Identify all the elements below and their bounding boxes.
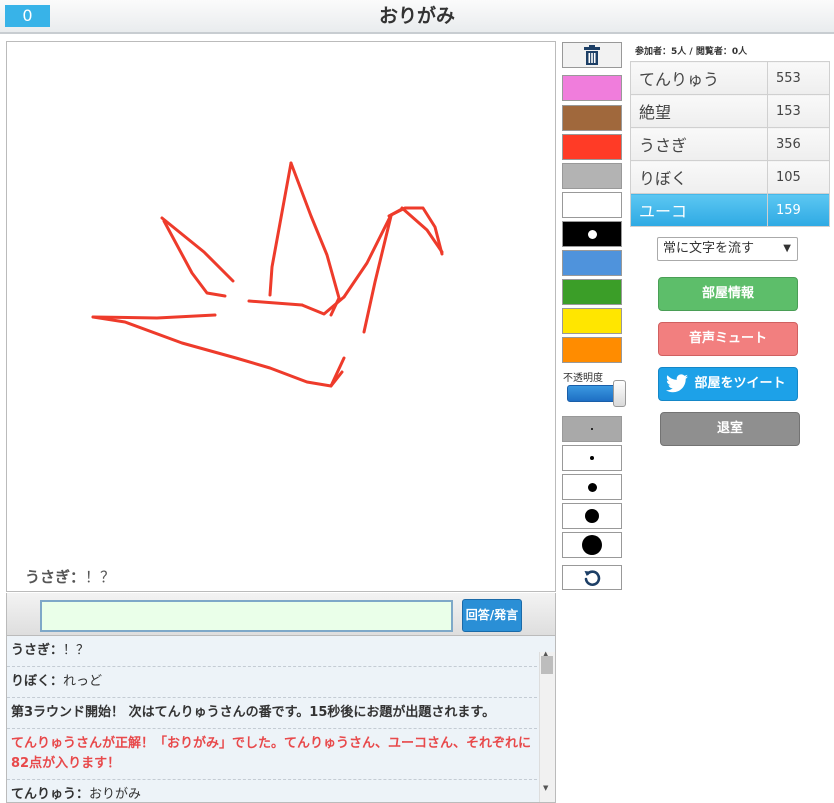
scroll-down-arrow-icon[interactable]: ▼ xyxy=(543,784,548,792)
player-score: 159 xyxy=(767,193,830,227)
ranking-row: てんりゅう 553 xyxy=(630,61,830,95)
page-title: おりがみ xyxy=(378,5,455,27)
caption-text: ！？ xyxy=(85,568,116,586)
drawing-stroke xyxy=(387,206,444,256)
ranking-row: ユーコ 159 xyxy=(630,193,830,227)
drawing-stroke xyxy=(160,216,235,283)
twitter-bird-icon xyxy=(666,374,688,393)
brush-size-option[interactable] xyxy=(562,416,622,442)
chat-message-text: ！？ xyxy=(63,643,90,658)
drawing-strokes xyxy=(91,161,444,388)
tweet-room-label: 部屋をツイート xyxy=(694,376,786,391)
brush-size-option[interactable] xyxy=(562,503,622,529)
drawing-stroke xyxy=(91,313,217,320)
text-scroll-select[interactable]: 常に文字を流す ▼ xyxy=(657,237,798,261)
drawing-stroke xyxy=(289,161,341,317)
selected-color-indicator xyxy=(587,229,597,239)
brush-size-dot xyxy=(582,535,602,555)
leave-room-button[interactable]: 退室 xyxy=(660,412,800,446)
chat-message-separator: ： xyxy=(50,643,64,658)
drawing-canvas[interactable] xyxy=(6,41,556,592)
chat-message-name: てんりゅう xyxy=(11,787,77,802)
color-swatch[interactable] xyxy=(562,250,622,276)
ranking-row: 絶望 153 xyxy=(630,94,830,128)
chat-message-name: りぼく xyxy=(11,674,51,689)
drawing-stroke xyxy=(268,161,293,297)
canvas-caption: うさぎ：！？ xyxy=(25,566,115,587)
chat-message-name: うさぎ xyxy=(11,643,51,658)
brush-size-dot xyxy=(591,428,593,430)
player-name: 絶望 xyxy=(630,94,768,128)
ranking-row: りぼく 105 xyxy=(630,160,830,194)
chat-message-text: れっど xyxy=(63,674,103,689)
clear-canvas-button[interactable] xyxy=(562,42,622,68)
player-score: 356 xyxy=(767,127,830,161)
drawing-stroke xyxy=(247,299,304,307)
brush-size-dot xyxy=(590,456,594,460)
player-name: てんりゅう xyxy=(630,61,768,95)
undo-icon xyxy=(584,569,601,586)
answer-submit-button[interactable]: 回答/発言 xyxy=(462,599,522,632)
system-message: 第3ラウンド開始！ 次はてんりゅうさんの番です。15秒後にお題が出題されます。 xyxy=(7,698,537,729)
brush-size-dot xyxy=(587,482,597,492)
answer-input[interactable] xyxy=(40,600,453,632)
tweet-room-button[interactable]: 部屋をツイート xyxy=(658,367,798,401)
color-swatch[interactable] xyxy=(562,308,622,334)
player-name: うさぎ xyxy=(630,127,768,161)
color-swatch[interactable] xyxy=(562,105,622,131)
color-swatch[interactable] xyxy=(562,221,622,247)
player-name: りぼく xyxy=(630,160,768,194)
drawing-stroke xyxy=(162,219,227,298)
chat-message-text: おりがみ xyxy=(89,787,142,802)
chat-message: りぼく：れっど xyxy=(7,667,537,698)
brush-size-option[interactable] xyxy=(562,532,622,558)
color-swatch[interactable] xyxy=(562,192,622,218)
color-swatch[interactable] xyxy=(562,163,622,189)
chat-message-separator: ： xyxy=(76,787,90,802)
chat-scrollbar-thumb[interactable] xyxy=(541,656,553,674)
color-swatch[interactable] xyxy=(562,279,622,305)
caption-separator: ： xyxy=(70,568,86,586)
player-name: ユーコ xyxy=(630,193,768,227)
ranking-row: うさぎ 356 xyxy=(630,127,830,161)
undo-button[interactable] xyxy=(562,565,622,590)
brush-size-option[interactable] xyxy=(562,474,622,500)
opacity-label: 不透明度 xyxy=(563,373,603,384)
color-swatch[interactable] xyxy=(562,134,622,160)
player-score: 553 xyxy=(767,61,830,95)
mute-audio-button[interactable]: 音声ミュート xyxy=(658,322,798,356)
chat-message: てんりゅう：おりがみ xyxy=(7,780,537,802)
chat-log[interactable]: うさぎ：！？ りぼく：れっど 第3ラウンド開始！ 次はてんりゅうさんの番です。1… xyxy=(6,636,556,803)
chat-message: うさぎ：！？ xyxy=(7,636,537,667)
chat-message-separator: ： xyxy=(50,674,64,689)
brush-size-option[interactable] xyxy=(562,445,622,471)
viewer-stats: 参加者：5人 / 閲覧者：0人 xyxy=(635,47,748,57)
player-score: 105 xyxy=(767,160,830,194)
color-swatch[interactable] xyxy=(562,75,622,101)
caption-name: うさぎ xyxy=(25,568,71,586)
correct-answer-message: てんりゅうさんが正解！「おりがみ」でした。てんりゅうさん、ユーコさん、それぞれに… xyxy=(7,729,537,780)
player-score: 153 xyxy=(767,94,830,128)
color-swatch[interactable] xyxy=(562,337,622,363)
drawing-stroke xyxy=(362,214,393,334)
opacity-slider-handle[interactable] xyxy=(613,380,626,407)
drawing-stroke xyxy=(91,315,346,388)
dropdown-arrow-icon: ▼ xyxy=(783,243,791,254)
trash-icon xyxy=(584,45,600,65)
room-info-button[interactable]: 部屋情報 xyxy=(658,277,798,311)
ranking-table: てんりゅう 553 絶望 153 うさぎ 356 りぼく 105 ユーコ 159 xyxy=(630,61,830,227)
chat-scrollbar[interactable] xyxy=(539,652,555,802)
drawing-stroke xyxy=(342,207,404,299)
brush-size-dot xyxy=(585,509,599,523)
text-scroll-select-value: 常に文字を流す xyxy=(663,241,755,256)
opacity-slider[interactable] xyxy=(567,385,619,402)
